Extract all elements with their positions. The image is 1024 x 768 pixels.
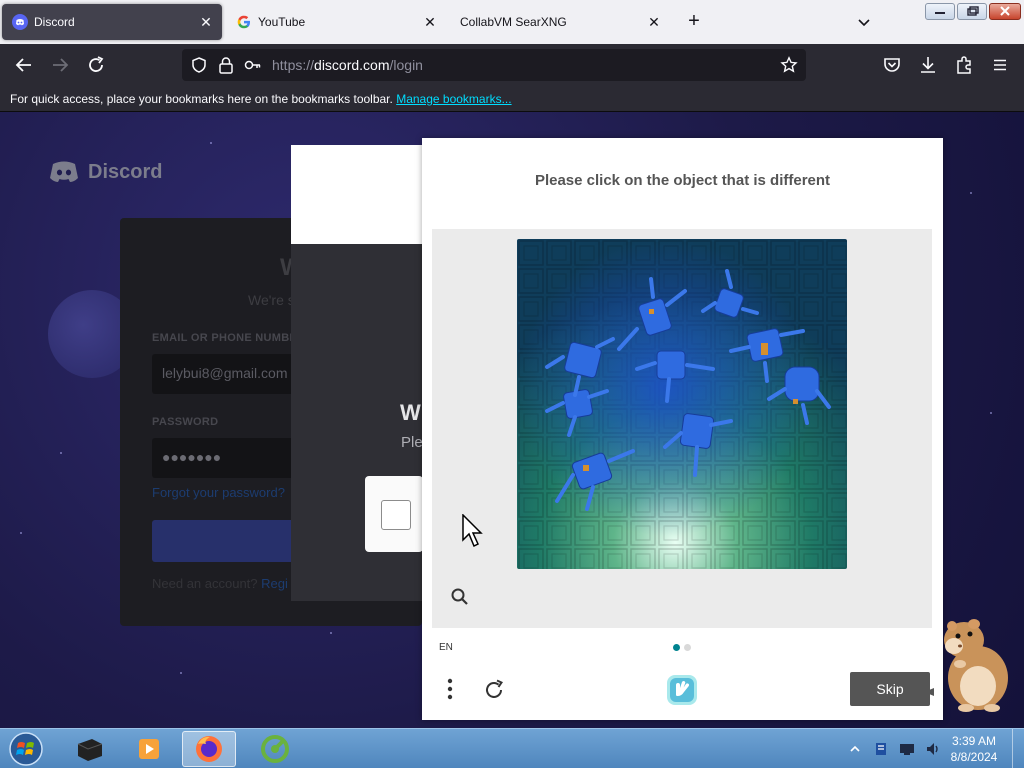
tab-youtube[interactable]: YouTube ✕ bbox=[226, 4, 446, 40]
taskbar-media-player[interactable] bbox=[122, 731, 176, 767]
extensions-icon[interactable] bbox=[953, 54, 975, 76]
modal-title: W bbox=[400, 400, 421, 425]
reload-icon[interactable] bbox=[85, 54, 107, 76]
taskbar-clock[interactable]: 3:39 AM 8/8/2024 bbox=[944, 733, 1004, 765]
hamster-mascot-image bbox=[930, 619, 1008, 712]
close-tab-icon[interactable]: ✕ bbox=[422, 14, 438, 30]
close-tab-icon[interactable]: ✕ bbox=[646, 14, 662, 30]
taskbar-media-center[interactable] bbox=[62, 731, 116, 767]
captcha-checkbox[interactable] bbox=[381, 500, 411, 530]
language-selector[interactable]: EN bbox=[439, 642, 453, 653]
bookmarks-toolbar: For quick access, place your bookmarks h… bbox=[0, 86, 1024, 112]
refresh-challenge-icon[interactable] bbox=[482, 678, 506, 702]
register-link[interactable]: Regi bbox=[261, 576, 288, 591]
url-text[interactable]: https://discord.com/login bbox=[272, 57, 423, 73]
discord-icon bbox=[12, 14, 28, 30]
show-desktop-button[interactable] bbox=[1012, 729, 1024, 768]
google-icon bbox=[236, 14, 252, 30]
captcha-robots-image[interactable] bbox=[517, 239, 847, 569]
chevron-down-icon bbox=[858, 19, 870, 27]
pocket-icon[interactable] bbox=[881, 54, 903, 76]
firefox-icon bbox=[196, 736, 222, 762]
close-icon bbox=[1000, 6, 1010, 16]
minimize-icon bbox=[935, 12, 945, 14]
tab-discord[interactable]: Discord ✕ bbox=[2, 4, 222, 40]
tray-expand-icon[interactable] bbox=[846, 740, 864, 758]
start-button-icon[interactable] bbox=[6, 731, 46, 767]
captcha-task-image[interactable] bbox=[517, 239, 847, 569]
tab-collabvm-searxng[interactable]: CollabVM SearXNG ✕ bbox=[450, 4, 670, 40]
menu-icon[interactable] bbox=[989, 54, 1011, 76]
page-indicator-dot-active bbox=[673, 644, 680, 651]
system-tray bbox=[846, 739, 950, 759]
hcaptcha-widget bbox=[365, 476, 423, 552]
login-subtitle: We're s bbox=[248, 292, 295, 308]
manage-bookmarks-link[interactable]: Manage bookmarks... bbox=[396, 92, 511, 106]
list-all-tabs-button[interactable] bbox=[854, 12, 874, 32]
restore-window-button[interactable] bbox=[957, 3, 987, 20]
clock-date: 8/8/2024 bbox=[950, 750, 998, 764]
close-tab-icon[interactable]: ✕ bbox=[198, 14, 214, 30]
password-label: PASSWORD bbox=[152, 416, 219, 428]
modal-subtitle: Ple bbox=[401, 434, 423, 451]
hcaptcha-logo-icon[interactable] bbox=[665, 673, 699, 707]
tracking-shield-icon[interactable] bbox=[190, 56, 208, 74]
mouse-cursor-icon bbox=[462, 514, 483, 548]
taskbar: 3:39 AM 8/8/2024 bbox=[0, 728, 1024, 768]
taskbar-firefox[interactable] bbox=[182, 731, 236, 767]
email-label: EMAIL OR PHONE NUMBE bbox=[152, 332, 298, 344]
verification-modal-header bbox=[291, 145, 423, 244]
forgot-password-link[interactable]: Forgot your password? bbox=[152, 485, 285, 500]
captcha-prompt: Please click on the object that is diffe… bbox=[534, 172, 831, 189]
forward-button-icon[interactable] bbox=[49, 54, 71, 76]
taskbar-app-green[interactable] bbox=[248, 731, 302, 767]
media-player-icon bbox=[139, 739, 159, 759]
tab-title: CollabVM SearXNG bbox=[460, 15, 567, 29]
media-box-icon bbox=[77, 739, 103, 761]
navigation-toolbar: https://discord.com/login bbox=[0, 44, 1024, 86]
volume-icon[interactable] bbox=[924, 740, 942, 758]
close-window-button[interactable] bbox=[989, 3, 1021, 20]
captcha-challenge-panel: Please click on the object that is diffe… bbox=[422, 138, 943, 720]
discord-icon bbox=[50, 161, 78, 182]
tab-title: YouTube bbox=[258, 15, 306, 29]
bookmark-star-icon[interactable] bbox=[780, 56, 798, 74]
tab-bar: Discord ✕ YouTube ✕ CollabVM SearXNG ✕ + bbox=[0, 0, 1024, 44]
more-options-icon[interactable] bbox=[440, 676, 460, 702]
captcha-task-area bbox=[432, 229, 932, 628]
downloads-icon[interactable] bbox=[917, 54, 939, 76]
need-account-text: Need an account? bbox=[152, 576, 258, 591]
tab-title: Discord bbox=[34, 15, 75, 29]
address-bar[interactable]: https://discord.com/login bbox=[182, 49, 806, 81]
clock-time: 3:39 AM bbox=[951, 734, 997, 748]
back-button-icon[interactable] bbox=[13, 54, 35, 76]
skip-button[interactable]: Skip bbox=[850, 672, 930, 706]
green-app-icon bbox=[261, 735, 289, 763]
minimize-window-button[interactable] bbox=[925, 3, 955, 20]
network-icon[interactable] bbox=[898, 740, 916, 758]
restore-icon bbox=[967, 6, 979, 16]
lock-icon[interactable] bbox=[218, 56, 234, 74]
key-icon[interactable] bbox=[244, 57, 262, 73]
action-center-icon[interactable] bbox=[872, 740, 890, 758]
page-indicator-dot bbox=[684, 644, 691, 651]
discord-wordmark: Discord bbox=[88, 160, 163, 183]
discord-logo: Discord bbox=[48, 160, 162, 184]
zoom-icon[interactable] bbox=[450, 587, 470, 607]
bookmarks-message: For quick access, place your bookmarks h… bbox=[10, 92, 393, 106]
new-tab-button[interactable]: + bbox=[684, 11, 704, 32]
